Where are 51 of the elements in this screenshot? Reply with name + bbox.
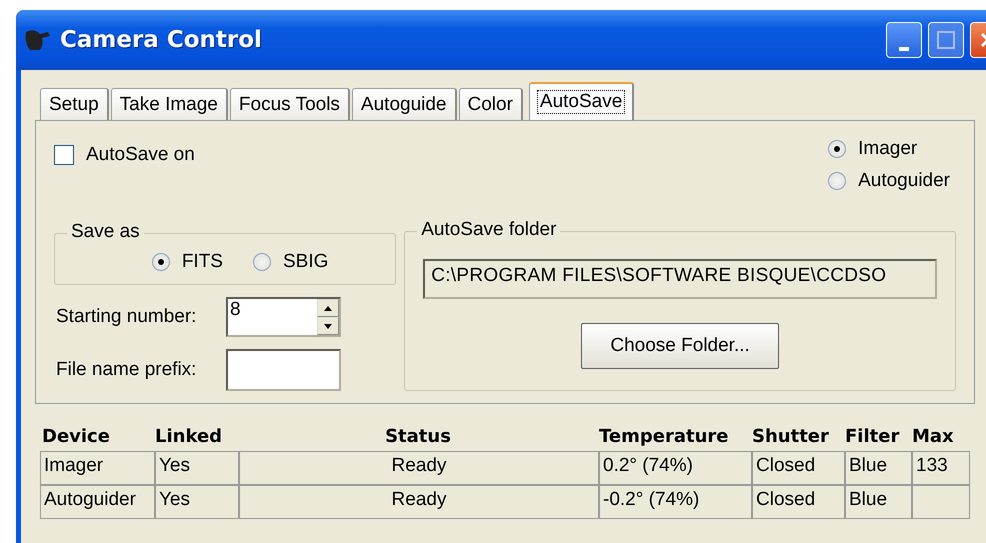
maximize-icon [936,30,956,50]
radio-button[interactable] [828,172,846,190]
column-header: Device [41,426,111,447]
table-cell: Closed [751,486,844,518]
table-cell: Ready [238,486,598,518]
tab[interactable]: AutoSave [528,82,634,120]
up-arrow-icon [324,306,332,310]
table-cell: Yes [154,452,238,484]
table-cell: Blue [844,486,911,518]
choose-folder-button[interactable]: Choose Folder... [581,323,780,369]
minimize-button[interactable] [886,22,922,58]
table-cell: Blue [844,452,911,484]
radio-button[interactable] [152,253,170,271]
column-header: Linked [154,426,224,447]
tab[interactable]: Take Image [110,88,228,120]
column-header: Status [384,426,452,447]
radio-button[interactable] [252,253,271,271]
checkbox[interactable] [54,145,74,165]
table-cell: Closed [751,452,844,484]
tab[interactable]: Focus Tools [230,88,350,120]
radio-button[interactable] [828,140,846,158]
column-header: Shutter [751,426,830,447]
minimize-icon [899,47,909,51]
window-title: Camera Control [60,27,262,53]
folder-path-field[interactable]: C:\PROGRAM FILES\SOFTWARE BISQUE\CCDSO [423,259,937,299]
field-label: File name prefix: [55,359,198,381]
number-field[interactable]: 8 [226,297,341,337]
checkbox-label[interactable]: AutoSave on [86,144,195,166]
radio-label[interactable]: Imager [858,138,918,160]
table-cell: 133 [911,452,969,484]
radio-label[interactable]: Autoguider [858,170,950,192]
spin-down-button[interactable] [317,317,339,335]
tab[interactable]: Color [458,88,523,120]
table-cell: -0.2° (74%) [598,486,751,518]
table-cell: Yes [154,486,238,518]
column-header: Filter [844,426,900,447]
column-header: Temperature [598,426,730,447]
table-cell-text: Autoguider [43,488,137,512]
tab[interactable]: Setup [40,88,109,120]
field-label: Starting number: [55,306,198,328]
tab[interactable]: Autoguide [352,88,456,120]
table-cell-text: Imager [43,454,104,478]
spin-up-button[interactable] [317,299,339,317]
radio-label[interactable]: FITS [182,251,223,273]
table-cell: Ready [238,452,598,484]
table-cell: 0.2° (74%) [598,452,751,484]
maximize-button[interactable] [928,22,964,58]
input-field[interactable] [226,349,341,391]
column-header: Max [911,426,955,447]
down-arrow-icon [324,324,332,328]
radio-label[interactable]: SBIG [282,251,328,273]
